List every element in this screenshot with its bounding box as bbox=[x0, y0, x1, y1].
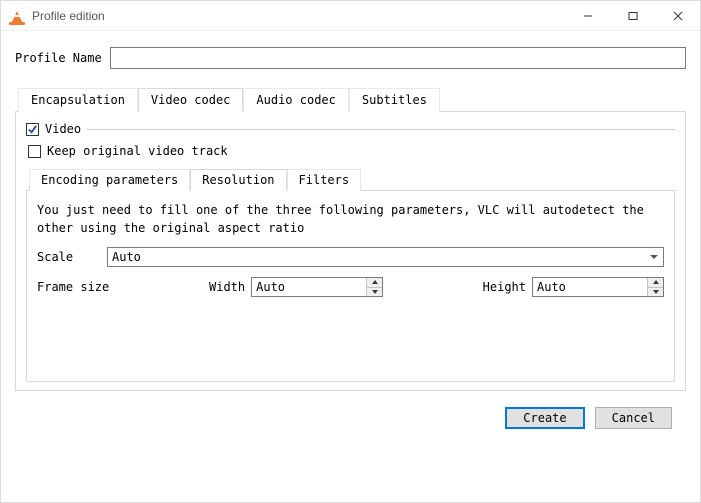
inner-tab-resolution[interactable]: Resolution bbox=[190, 169, 286, 191]
title-bar: Profile edition bbox=[1, 1, 700, 31]
tab-subtitles[interactable]: Subtitles bbox=[349, 88, 440, 112]
window-frame: Profile edition Profile Name Encapsulati… bbox=[0, 0, 701, 503]
vlc-cone-icon bbox=[9, 8, 25, 24]
video-checkbox[interactable] bbox=[26, 123, 39, 136]
height-group: Height bbox=[483, 277, 664, 297]
profile-name-row: Profile Name bbox=[15, 47, 686, 69]
maximize-button[interactable] bbox=[610, 1, 655, 30]
width-input[interactable] bbox=[252, 278, 366, 296]
minimize-button[interactable] bbox=[565, 1, 610, 30]
height-label: Height bbox=[483, 280, 526, 294]
window-controls bbox=[565, 1, 700, 30]
main-tab-bar: Encapsulation Video codec Audio codec Su… bbox=[15, 88, 686, 112]
tab-audio-codec[interactable]: Audio codec bbox=[243, 88, 348, 112]
scale-select[interactable]: Auto bbox=[107, 247, 664, 267]
height-spinbox[interactable] bbox=[532, 277, 664, 297]
width-step-up[interactable] bbox=[367, 278, 382, 287]
height-step-up[interactable] bbox=[648, 278, 663, 287]
resolution-panel: You just need to fill one of the three f… bbox=[26, 190, 675, 382]
frame-size-label: Frame size bbox=[37, 280, 209, 294]
keep-original-label: Keep original video track bbox=[47, 144, 228, 158]
frame-size-row: Frame size Width bbox=[37, 277, 664, 297]
chevron-down-icon bbox=[372, 290, 378, 294]
divider bbox=[87, 129, 675, 130]
keep-original-row: Keep original video track bbox=[28, 144, 675, 158]
scale-row: Scale Auto bbox=[37, 247, 664, 267]
profile-name-input[interactable] bbox=[110, 47, 686, 69]
window-title: Profile edition bbox=[32, 9, 565, 23]
inner-tab-filters[interactable]: Filters bbox=[287, 169, 362, 191]
inner-tabs: Encoding parameters Resolution Filters Y… bbox=[26, 168, 675, 382]
width-group: Width bbox=[209, 277, 383, 297]
chevron-up-icon bbox=[653, 280, 659, 284]
tab-encapsulation[interactable]: Encapsulation bbox=[18, 88, 138, 112]
scale-value: Auto bbox=[112, 250, 141, 264]
keep-original-checkbox[interactable] bbox=[28, 145, 41, 158]
video-fieldset: Video bbox=[26, 122, 675, 136]
footer: Create Cancel bbox=[15, 391, 686, 429]
tab-video-codec[interactable]: Video codec bbox=[138, 88, 243, 112]
main-tabs: Encapsulation Video codec Audio codec Su… bbox=[15, 87, 686, 391]
help-text: You just need to fill one of the three f… bbox=[37, 201, 664, 237]
scale-label: Scale bbox=[37, 250, 107, 264]
width-label: Width bbox=[209, 280, 245, 294]
cancel-button[interactable]: Cancel bbox=[595, 407, 672, 429]
chevron-up-icon bbox=[372, 280, 378, 284]
chevron-down-icon bbox=[653, 290, 659, 294]
width-step-down[interactable] bbox=[367, 287, 382, 297]
close-button[interactable] bbox=[655, 1, 700, 30]
video-checkbox-label: Video bbox=[45, 122, 81, 136]
content-area: Profile Name Encapsulation Video codec A… bbox=[1, 31, 700, 502]
video-codec-panel: Video Keep original video track Encoding… bbox=[15, 111, 686, 391]
inner-tab-bar: Encoding parameters Resolution Filters bbox=[26, 169, 675, 191]
inner-tab-encoding[interactable]: Encoding parameters bbox=[29, 169, 190, 191]
width-spinbox[interactable] bbox=[251, 277, 383, 297]
height-input[interactable] bbox=[533, 278, 647, 296]
create-button[interactable]: Create bbox=[505, 407, 584, 429]
profile-name-label: Profile Name bbox=[15, 51, 102, 65]
height-step-down[interactable] bbox=[648, 287, 663, 297]
chevron-down-icon bbox=[650, 255, 658, 259]
